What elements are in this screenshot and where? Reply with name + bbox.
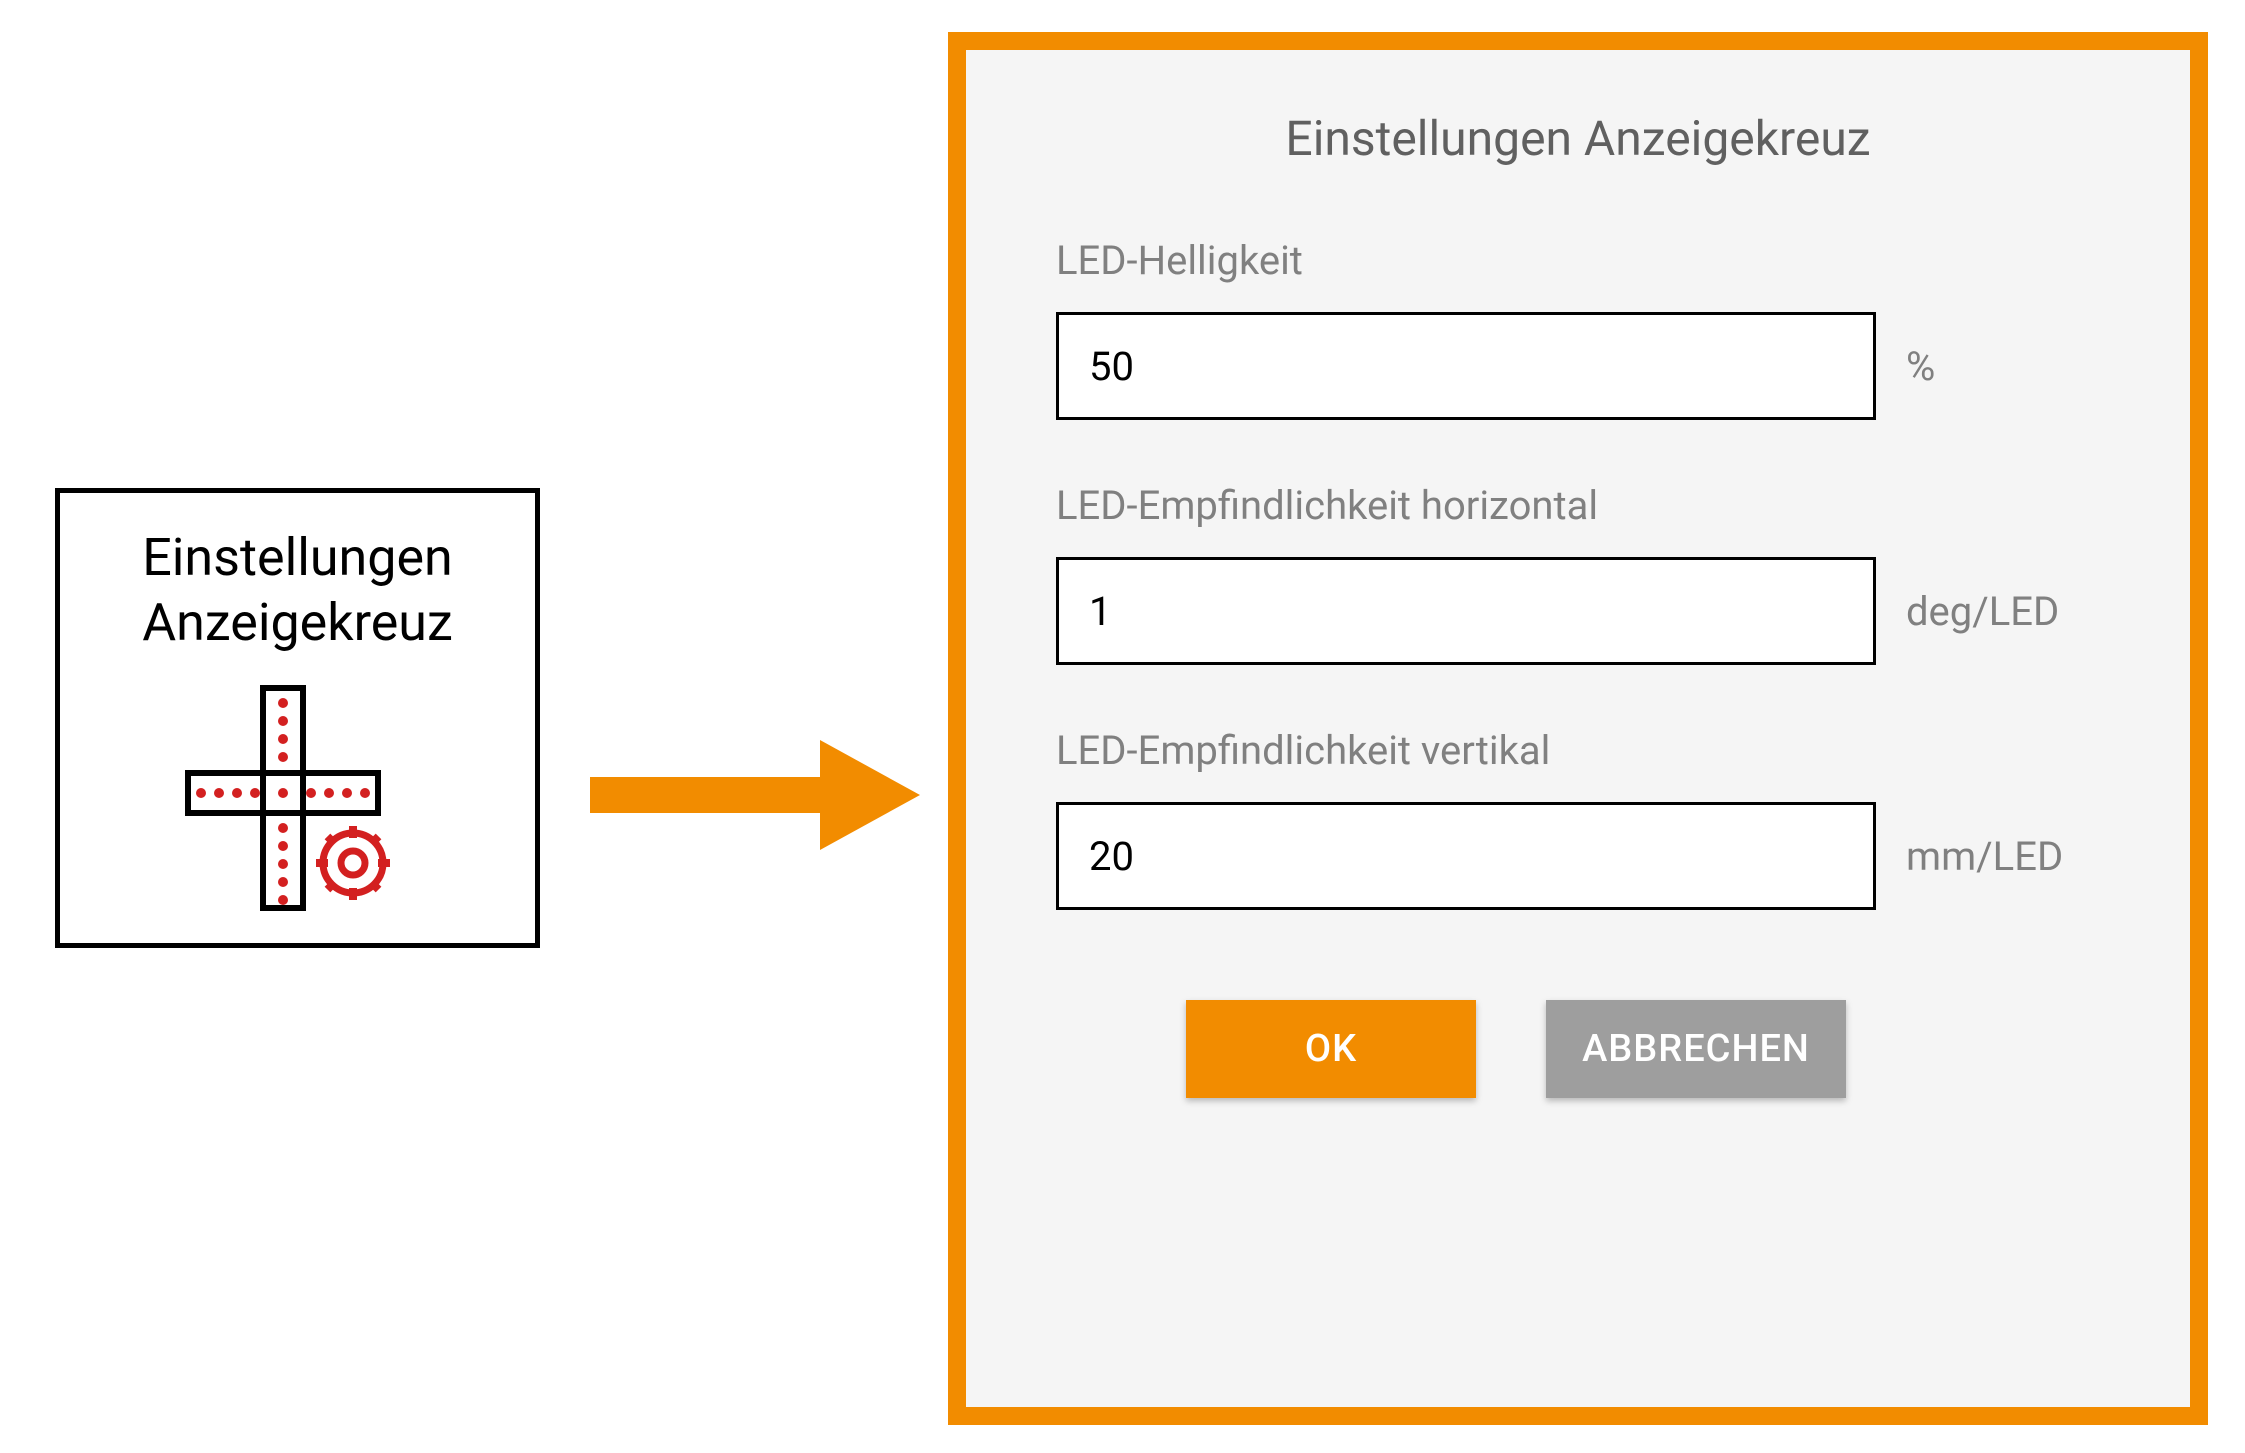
settings-crosshair-dialog: Einstellungen Anzeigekreuz LED-Helligkei…: [948, 32, 2208, 1425]
icon-title-line2: Anzeigekreuz: [142, 592, 453, 653]
field-group-brightness: LED-Helligkeit %: [1056, 237, 2130, 420]
brightness-unit: %: [1906, 343, 1935, 390]
sensitivity-horizontal-label: LED-Empfindlichkeit horizontal: [1056, 482, 2130, 529]
sensitivity-vertical-label: LED-Empfindlichkeit vertikal: [1056, 727, 2130, 774]
sensitivity-horizontal-input[interactable]: [1056, 557, 1876, 665]
brightness-label: LED-Helligkeit: [1056, 237, 2130, 284]
settings-crosshair-card[interactable]: Einstellungen Anzeigekreuz: [55, 488, 540, 948]
crosshair-gear-icon: [183, 683, 413, 913]
arrow-right-icon: [590, 740, 920, 850]
field-group-sensitivity-vertical: LED-Empfindlichkeit vertikal mm/LED: [1056, 727, 2130, 910]
brightness-input[interactable]: [1056, 312, 1876, 420]
ok-button[interactable]: OK: [1186, 1000, 1476, 1098]
sensitivity-vertical-input[interactable]: [1056, 802, 1876, 910]
sensitivity-vertical-unit: mm/LED: [1906, 833, 2063, 880]
sensitivity-horizontal-unit: deg/LED: [1906, 588, 2059, 635]
cancel-button[interactable]: ABBRECHEN: [1546, 1000, 1846, 1098]
dialog-button-row: OK ABBRECHEN: [1186, 1000, 2130, 1098]
field-group-sensitivity-horizontal: LED-Empfindlichkeit horizontal deg/LED: [1056, 482, 2130, 665]
icon-title-line1: Einstellungen: [142, 527, 453, 588]
dialog-title: Einstellungen Anzeigekreuz: [1026, 110, 2130, 167]
icon-card-title: Einstellungen Anzeigekreuz: [142, 525, 453, 655]
